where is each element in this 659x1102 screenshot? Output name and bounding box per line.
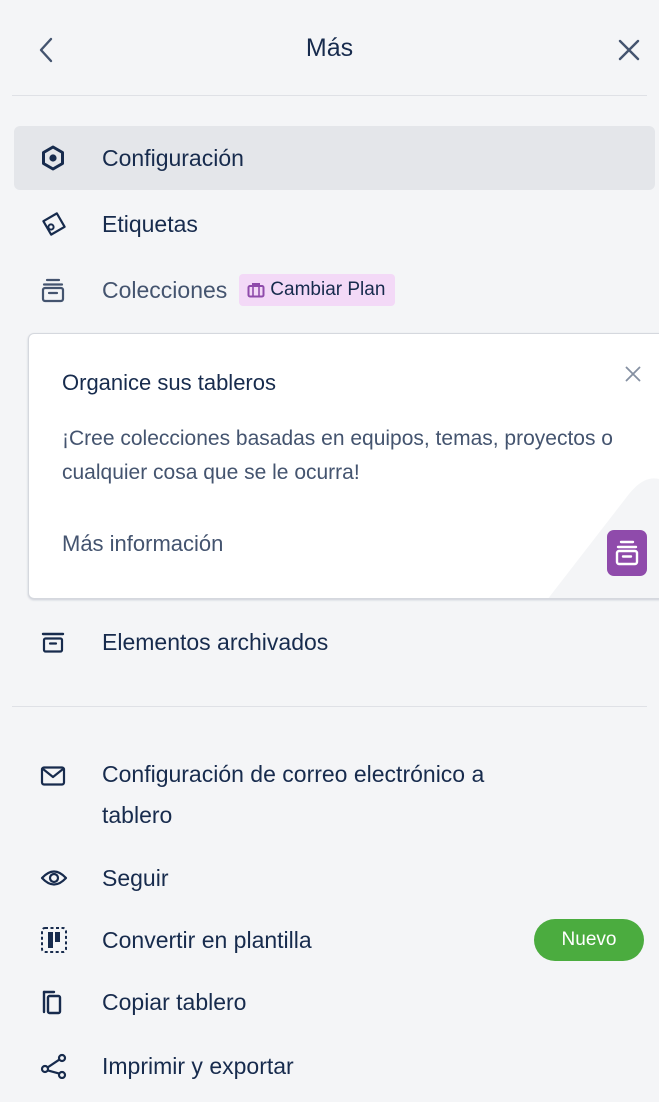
close-icon [625,366,641,382]
upgrade-plan-label: Cambiar Plan [270,279,386,300]
menu-item-print-export[interactable]: Imprimir y exportar [14,1034,655,1098]
template-icon [40,924,82,956]
section-divider [12,706,647,707]
panel-title: Más [305,34,354,62]
menu-item-archived[interactable]: Elementos archivados [14,610,655,674]
mail-icon [40,760,82,792]
menu-item-make-template[interactable]: Convertir en plantilla Nuevo [14,908,655,972]
new-badge: Nuevo [534,919,644,961]
close-button[interactable] [611,26,647,74]
close-icon [618,39,640,61]
promo-close-button[interactable] [619,360,647,388]
more-menu-panel: Más Configuración Etiquetas Colecciones … [0,0,659,1102]
menu-item-copy-board[interactable]: Copiar tablero [14,970,655,1034]
menu-item-settings[interactable]: Configuración [14,126,655,190]
menu-item-label: Imprimir y exportar [102,1052,294,1079]
share-icon [40,1050,82,1082]
menu-item-label: Seguir [102,864,169,891]
email-label-line-1: Configuración de correo electrónico a [102,761,485,787]
menu-item-label: Etiquetas [102,210,198,237]
tag-icon [40,208,82,240]
panel-header: Más [12,0,647,96]
menu-item-collections[interactable]: Colecciones Cambiar Plan [14,258,655,322]
collection-icon [40,274,82,306]
promo-title: Organice sus tableros [62,370,276,395]
menu-item-label: Colecciones [102,276,228,303]
archive-icon [40,626,82,658]
menu-item-label: Convertir en plantilla [102,926,312,953]
email-label-line-2: tablero [102,802,173,828]
learn-more-link[interactable]: Más información [62,531,223,557]
upgrade-plan-badge[interactable]: Cambiar Plan [239,274,396,306]
menu-item-label: Copiar tablero [102,988,247,1015]
collections-promo-card: Organice sus tableros ¡Cree colecciones … [28,333,659,599]
copy-icon [40,986,82,1018]
menu-item-label: Elementos archivados [102,628,329,655]
gear-icon [40,142,82,174]
menu-item-watch[interactable]: Seguir [14,846,655,910]
menu-item-labels[interactable]: Etiquetas [14,192,655,256]
menu-item-label: Configuración de correo electrónico a [102,756,484,792]
collection-illustration-icon [607,530,647,576]
eye-icon [40,862,82,894]
briefcase-icon [247,283,265,298]
menu-item-label: Configuración [102,144,244,171]
